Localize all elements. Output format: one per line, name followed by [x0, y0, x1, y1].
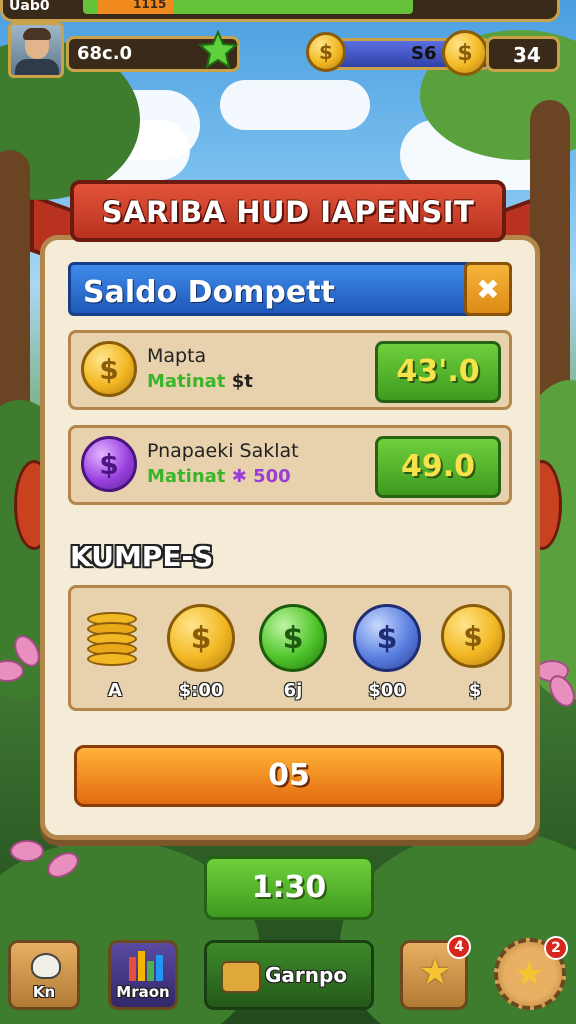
nav-label: Mraon [116, 983, 170, 1001]
top-progress-strip: Uab0 1115 [0, 0, 560, 22]
nav-item-star[interactable]: ★ 4 [400, 935, 471, 1010]
coin-pack-item[interactable]: $ $ [435, 596, 515, 706]
coin-pack-label: $ [468, 680, 482, 701]
row-subtitle: Matinat $t [147, 371, 253, 392]
star-icon: ★ [419, 952, 452, 993]
green-gem-icon [198, 30, 238, 70]
nav-item-kn[interactable]: Kn [8, 940, 80, 1010]
balance-row-purple: $ Pnapaeki Saklat Matinat ✱ 500 49.0 [68, 425, 512, 505]
row-name: Pnapaeki Saklat [147, 440, 299, 462]
timer-button[interactable]: 1:30 [204, 856, 374, 920]
green-coin-icon: $ [259, 604, 327, 672]
currency-value: S6 [411, 43, 437, 64]
coin-pack-item[interactable]: $ $00 [347, 596, 427, 706]
row-name: Mapta [147, 345, 207, 367]
top-strip-label: Uab0 [9, 0, 50, 14]
row-value-button[interactable]: 43'.0 [375, 341, 501, 403]
coin-pack-item[interactable]: $ 6j [253, 596, 333, 706]
chest-icon [221, 961, 261, 993]
gold-coin-icon: $ [167, 604, 235, 672]
ribbon-title: SARIBA HUD IAPENSIT [101, 195, 475, 229]
blue-coin-icon: $ [353, 604, 421, 672]
coin-icon: $ [306, 32, 346, 72]
coin-pack-item[interactable]: $ $:00 [161, 596, 241, 706]
coin-pack-label: $:00 [178, 680, 224, 701]
player-name: 68c.0 [77, 43, 133, 64]
coin-count-plate: 34 [486, 36, 560, 72]
purple-coin-icon: $ [81, 436, 137, 492]
top-strip-value: 1115 [133, 0, 167, 11]
player-avatar[interactable] [8, 22, 64, 78]
nav-item-star-gear[interactable]: ★ 2 [494, 936, 568, 1010]
gold-coin-icon: $ [441, 604, 505, 668]
purple-star-icon: ✱ [231, 466, 247, 487]
nav-item-mraon[interactable]: Mraon [108, 940, 178, 1010]
gold-coin-icon: $ [81, 341, 137, 397]
nav-label: Kn [32, 983, 56, 1001]
coin-icon: $ [442, 30, 488, 76]
nav-label: Garnpo [265, 963, 348, 987]
wallet-title: Saldo Dompett [83, 275, 335, 310]
notification-badge: 2 [544, 936, 568, 960]
notification-badge: 4 [447, 935, 471, 959]
nav-item-garnpo[interactable]: Garnpo [204, 940, 374, 1010]
star-gear-icon: ★ [514, 954, 545, 994]
close-icon: ✖ [476, 272, 500, 306]
row-value-button[interactable]: 49.0 [375, 436, 501, 498]
coin-pack-item[interactable]: A [75, 596, 155, 706]
balance-row-gold: $ Mapta Matinat $t 43'.0 [68, 330, 512, 410]
coin-packs: A $ $:00 $ 6j $ $00 $ $ [68, 585, 512, 711]
coin-pack-label: 6j [283, 680, 303, 701]
panel-ribbon: SARIBA HUD IAPENSIT [70, 180, 506, 242]
coin-pack-label: A [108, 680, 122, 701]
coin-pack-label: $00 [368, 680, 406, 701]
close-button[interactable]: ✖ [464, 262, 512, 316]
wallet-header: Saldo Dompett [68, 262, 512, 316]
section-title: KUMPE-S [70, 540, 214, 573]
confirm-button[interactable]: 05 [74, 745, 504, 807]
row-subtitle: Matinat ✱ 500 [147, 466, 291, 487]
coin-stack-icon [87, 612, 139, 672]
bars-icon [129, 951, 163, 981]
coin-count: 34 [513, 43, 541, 67]
glove-icon [31, 953, 61, 979]
